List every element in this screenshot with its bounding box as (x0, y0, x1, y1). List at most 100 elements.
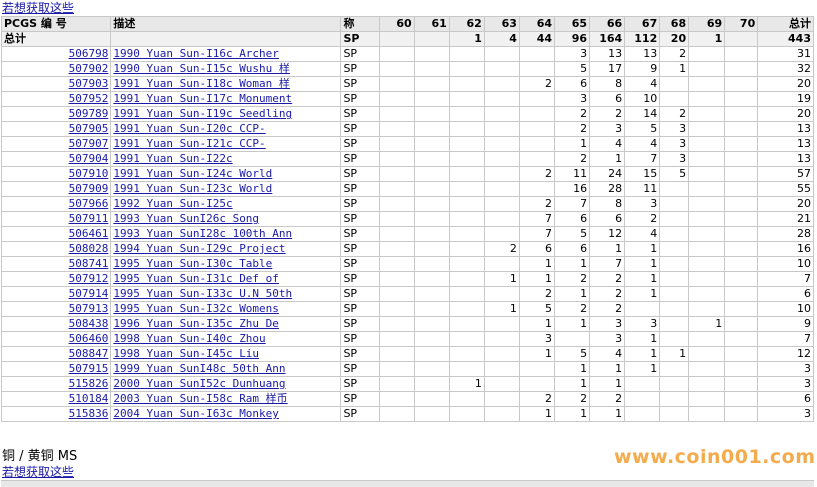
pcgs-number-link[interactable]: 507915 (0, 361, 112, 377)
coin-description-link[interactable]: 1993 Yuan SunI26c Song (110, 211, 342, 227)
col-header-desc[interactable]: 描述 (110, 16, 342, 32)
total-desc (110, 31, 342, 47)
get-these-link[interactable]: 若想获取这些 (2, 1, 74, 15)
coin-description-link[interactable]: 2000 Yuan SunI52c Dunhuang (110, 376, 342, 392)
get-these-link-2[interactable]: 若想获取这些 (2, 465, 74, 479)
population-cell: 1 (483, 301, 520, 317)
population-cell (378, 61, 415, 77)
population-cell (688, 76, 726, 92)
pcgs-number-link[interactable]: 507912 (0, 271, 112, 287)
coin-description-link[interactable]: 1991 Yuan Sun-I18c Woman 样 (110, 76, 342, 92)
coin-description-link[interactable]: 2003 Yuan Sun-I58c Ram 样币 (110, 391, 342, 407)
population-cell: 3 (589, 121, 626, 137)
coin-description-link[interactable]: 1990 Yuan Sun-I15c Wushu 样 (110, 61, 342, 77)
col-header-60[interactable]: 60 (378, 16, 415, 32)
coin-description-link[interactable]: 1992 Yuan Sun-I25c (110, 196, 342, 212)
coin-description-link[interactable]: 1991 Yuan Sun-I20c CCP- (110, 121, 342, 137)
coin-description-link[interactable]: 1995 Yuan Sun-I32c Womens (110, 301, 342, 317)
coin-description-link[interactable]: 1995 Yuan Sun-I33c U.N 50th (110, 286, 342, 302)
coin-description-link[interactable]: 1991 Yuan Sun-I17c Monument (110, 91, 342, 107)
pcgs-number-link[interactable]: 507966 (0, 196, 112, 212)
col-header-67[interactable]: 67 (624, 16, 661, 32)
col-header-64[interactable]: 64 (518, 16, 556, 32)
population-cell: 1 (518, 316, 556, 332)
col-header-65[interactable]: 65 (553, 16, 591, 32)
pcgs-number-link[interactable]: 507907 (0, 136, 112, 152)
pcgs-number-link[interactable]: 507904 (0, 151, 112, 167)
pcgs-number-link[interactable]: 508438 (0, 316, 112, 332)
col-header-62[interactable]: 62 (448, 16, 485, 32)
table-row: 510184 2003 Yuan Sun-I58c Ram 样币 SP 2 2 2 6 (0, 391, 814, 407)
row-total: 6 (757, 391, 814, 407)
population-cell (483, 196, 520, 212)
pcgs-number-link[interactable]: 508741 (0, 256, 112, 272)
population-cell (659, 76, 690, 92)
col-header-pcgs[interactable]: PCGS 编 号 (0, 16, 112, 32)
pcgs-number-link[interactable]: 510184 (0, 391, 112, 407)
pcgs-number-link[interactable]: 506460 (0, 331, 112, 347)
coin-description-link[interactable]: 1991 Yuan Sun-I19c Seedling (110, 106, 342, 122)
coin-description-link[interactable]: 2004 Yuan Sun-I63c Monkey (110, 406, 342, 422)
coin-description-link[interactable]: 1996 Yuan Sun-I35c Zhu De (110, 316, 342, 332)
grade-designation: SP (340, 316, 380, 332)
pcgs-number-link[interactable]: 507902 (0, 61, 112, 77)
pcgs-number-link[interactable]: 506461 (0, 226, 112, 242)
pcgs-number-link[interactable]: 507910 (0, 166, 112, 182)
pcgs-number-link[interactable]: 515826 (0, 376, 112, 392)
population-cell (624, 406, 661, 422)
coin-description-link[interactable]: 1990 Yuan Sun-I16c Archer (110, 46, 342, 62)
row-total: 9 (757, 316, 814, 332)
population-cell (483, 166, 520, 182)
coin-description-link[interactable]: 1994 Yuan Sun-I29c Project (110, 241, 342, 257)
pcgs-number-link[interactable]: 507952 (0, 91, 112, 107)
col-header-total[interactable]: 总计 (757, 16, 814, 32)
pcgs-number-link[interactable]: 507911 (0, 211, 112, 227)
pcgs-number-link[interactable]: 508847 (0, 346, 112, 362)
total-cell: 44 (518, 31, 556, 47)
total-cell: 164 (589, 31, 626, 47)
population-cell (448, 46, 485, 62)
population-cell (688, 241, 726, 257)
row-total: 28 (757, 226, 814, 242)
grade-designation: SP (340, 241, 380, 257)
row-total: 10 (757, 301, 814, 317)
coin-description-link[interactable]: 1999 Yuan SunI48c 50th Ann (110, 361, 342, 377)
population-cell: 5 (553, 226, 591, 242)
population-cell (659, 256, 690, 272)
pcgs-number-link[interactable]: 507913 (0, 301, 112, 317)
coin-description-link[interactable]: 1995 Yuan Sun-I30c Table (110, 256, 342, 272)
population-cell (448, 331, 485, 347)
coin-description-link[interactable]: 1991 Yuan Sun-I23c World (110, 181, 342, 197)
coin-description-link[interactable]: 1991 Yuan Sun-I24c World (110, 166, 342, 182)
col-header-69[interactable]: 69 (688, 16, 726, 32)
coin-description-link[interactable]: 1995 Yuan Sun-I31c Def of (110, 271, 342, 287)
coin-description-link[interactable]: 1991 Yuan Sun-I22c (110, 151, 342, 167)
table-row: 507905 1991 Yuan Sun-I20c CCP- SP 2 3 5 3 13 (0, 121, 814, 137)
pcgs-number-link[interactable]: 515836 (0, 406, 112, 422)
col-header-68[interactable]: 68 (659, 16, 690, 32)
table-row: 507904 1991 Yuan Sun-I22c SP 2 1 7 3 13 (0, 151, 814, 167)
population-cell: 5 (659, 166, 690, 182)
col-header-grade[interactable]: 称 (340, 16, 380, 32)
pcgs-number-link[interactable]: 507914 (0, 286, 112, 302)
pcgs-number-link[interactable]: 507905 (0, 121, 112, 137)
pcgs-number-link[interactable]: 508028 (0, 241, 112, 257)
grade-designation: SP (340, 301, 380, 317)
coin-description-link[interactable]: 1991 Yuan Sun-I21c CCP- (110, 136, 342, 152)
pcgs-number-link[interactable]: 509789 (0, 106, 112, 122)
col-header-66[interactable]: 66 (589, 16, 626, 32)
row-total: 13 (757, 136, 814, 152)
pcgs-number-link[interactable]: 507909 (0, 181, 112, 197)
pcgs-number-link[interactable]: 507903 (0, 76, 112, 92)
coin-description-link[interactable]: 1998 Yuan Sun-I45c Liu (110, 346, 342, 362)
pcgs-number-link[interactable]: 506798 (0, 46, 112, 62)
population-cell (378, 76, 415, 92)
col-header-63[interactable]: 63 (483, 16, 520, 32)
population-cell: 11 (624, 181, 661, 197)
coin-description-link[interactable]: 1993 Yuan SunI28c 100th Ann (110, 226, 342, 242)
population-cell: 28 (589, 181, 626, 197)
row-total: 13 (757, 121, 814, 137)
col-header-61[interactable]: 61 (413, 16, 450, 32)
coin-description-link[interactable]: 1998 Yuan Sun-I40c Zhou (110, 331, 342, 347)
col-header-70[interactable]: 70 (724, 16, 759, 32)
